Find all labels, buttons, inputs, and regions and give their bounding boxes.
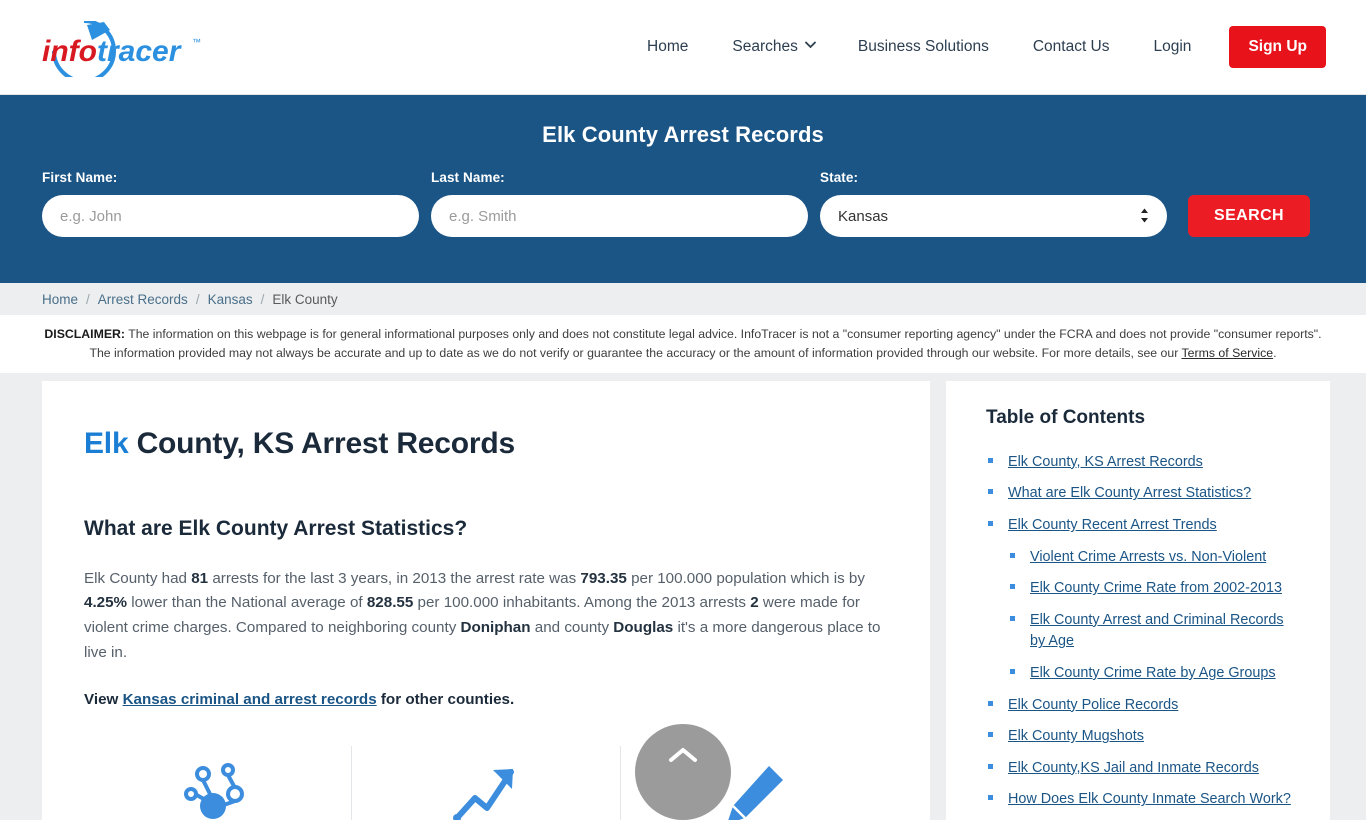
toc-link-crime-rate-age-groups[interactable]: Elk County Crime Rate by Age Groups — [1030, 665, 1276, 681]
stat-percent-lower: 4.25% — [84, 594, 128, 612]
nav-item-contact-us[interactable]: Contact Us — [1011, 28, 1132, 66]
first-name-group: First Name: — [42, 170, 419, 237]
page-title: Elk County, KS Arrest Records — [84, 427, 888, 461]
toc-title: Table of Contents — [986, 406, 1146, 428]
neighbor-county-1: Doniphan — [460, 619, 531, 637]
breadcrumb-separator: / — [260, 291, 265, 307]
disclaimer-banner: DISCLAIMER: The information on this webp… — [0, 315, 1366, 373]
state-select[interactable]: Kansas — [820, 195, 1167, 237]
toc-item: Elk County, KS Arrest Records — [986, 451, 1302, 473]
terms-of-service-link[interactable]: Terms of Service — [1182, 346, 1274, 360]
toc-list: Elk County, KS Arrest Records What are E… — [986, 451, 1302, 810]
breadcrumb: Home / Arrest Records / Kansas / Elk Cou… — [0, 283, 1366, 315]
nav-item-login[interactable]: Login — [1132, 28, 1214, 66]
toc-link-inmate-search-work[interactable]: How Does Elk County Inmate Search Work? — [1008, 791, 1291, 807]
toc-item: Elk County Arrest and Criminal Records b… — [986, 609, 1302, 652]
par-text: and county — [530, 619, 614, 637]
view-suffix: for other counties. — [376, 691, 515, 709]
stat-arrest-rate: 793.35 — [580, 569, 627, 587]
search-button[interactable]: SEARCH — [1188, 195, 1310, 237]
first-name-input[interactable] — [42, 195, 419, 237]
feature-cell-1 — [84, 746, 351, 820]
last-name-label: Last Name: — [431, 170, 505, 185]
par-text: Elk County had — [84, 569, 192, 587]
breadcrumb-separator: / — [195, 291, 200, 307]
toc-item: Elk County Mugshots — [986, 725, 1302, 747]
toc-item: Elk County Police Records — [986, 694, 1302, 716]
feature-icon-row — [84, 746, 888, 820]
nav-item-home[interactable]: Home — [625, 28, 710, 66]
toc-item: Elk County Recent Arrest Trends — [986, 514, 1302, 536]
state-select-wrap: Kansas — [820, 195, 1167, 237]
search-band: Elk County Arrest Records First Name: La… — [0, 95, 1366, 283]
svg-text:info: info — [42, 35, 97, 68]
main-content-card: Elk County, KS Arrest Records What are E… — [42, 380, 930, 820]
chevron-up-icon — [669, 748, 697, 762]
neighbor-county-2: Douglas — [613, 619, 674, 637]
statistics-paragraph: Elk County had 81 arrests for the last 3… — [84, 567, 888, 666]
state-group: State: Kansas — [820, 170, 1167, 237]
nav-label: Business Solutions — [857, 38, 989, 55]
toc-item: What are Elk County Arrest Statistics? — [986, 482, 1302, 504]
infotracer-logo[interactable]: info tracer ™ — [42, 17, 208, 77]
svg-text:™: ™ — [192, 37, 201, 47]
disclaimer-text: The information on this webpage is for g… — [89, 327, 1322, 361]
first-name-label: First Name: — [42, 170, 118, 185]
toc-link-arrest-records[interactable]: Elk County, KS Arrest Records — [1008, 454, 1203, 470]
toc-link-violent-vs-nonviolent[interactable]: Violent Crime Arrests vs. Non-Violent — [1030, 549, 1266, 565]
toc-link-recent-trends[interactable]: Elk County Recent Arrest Trends — [1008, 517, 1217, 533]
breadcrumb-separator: / — [86, 291, 90, 307]
chevron-down-icon — [804, 41, 816, 50]
toc-link-records-by-age[interactable]: Elk County Arrest and Criminal Records b… — [1030, 612, 1284, 650]
toc-link-police-records[interactable]: Elk County Police Records — [1008, 697, 1178, 713]
nav-label: Contact Us — [1032, 38, 1110, 55]
logo-icon: info tracer ™ — [42, 21, 201, 77]
nav-item-searches[interactable]: Searches — [710, 28, 835, 66]
page-title-rest: County, KS Arrest Records — [128, 426, 516, 460]
breadcrumb-item-arrest-records[interactable]: Arrest Records — [98, 292, 188, 307]
last-name-input[interactable] — [431, 195, 808, 237]
network-nodes-icon — [183, 763, 244, 820]
breadcrumb-item-kansas[interactable]: Kansas — [208, 292, 253, 307]
arrow-growth-icon — [452, 769, 514, 820]
page-title-highlight: Elk — [84, 426, 129, 460]
toc-item: Elk County Crime Rate from 2002-2013 — [986, 577, 1302, 599]
section-heading-statistics: What are Elk County Arrest Statistics? — [84, 516, 468, 540]
par-text: lower than the National average of — [127, 594, 367, 612]
state-label: State: — [820, 170, 859, 185]
page-heading: Elk County Arrest Records — [542, 122, 824, 147]
disclaimer-period: . — [1273, 346, 1277, 361]
toc-link-arrest-statistics[interactable]: What are Elk County Arrest Statistics? — [1008, 485, 1251, 501]
nav-label: Login — [1153, 38, 1192, 55]
view-prefix: View — [84, 691, 123, 709]
kansas-records-link[interactable]: Kansas criminal and arrest records — [123, 691, 377, 708]
stat-violent-count: 2 — [750, 594, 759, 612]
toc-link-mugshots[interactable]: Elk County Mugshots — [1008, 728, 1144, 744]
table-of-contents-card: Table of Contents Elk County, KS Arrest … — [946, 380, 1330, 820]
breadcrumb-item-home[interactable]: Home — [42, 292, 78, 307]
site-header: info tracer ™ Home Searches Business Sol… — [0, 0, 1366, 95]
sign-up-button[interactable]: Sign Up — [1229, 26, 1326, 68]
view-other-counties-line: View Kansas criminal and arrest records … — [84, 691, 888, 708]
last-name-group: Last Name: — [431, 170, 808, 237]
par-text: per 100.000 population which is by — [626, 569, 865, 587]
stat-arrests-count: 81 — [191, 569, 209, 587]
par-text: per 100.000 inhabitants. Among the 2013 … — [413, 594, 751, 612]
feature-cell-2 — [351, 746, 619, 820]
par-text: arrests for the last 3 years, in 2013 th… — [208, 569, 581, 587]
nav-item-business-solutions[interactable]: Business Solutions — [836, 28, 1011, 66]
nav-label: Home — [647, 38, 689, 55]
arrest-search-form: First Name: Last Name: State: Kansas SEA… — [0, 148, 1366, 237]
toc-item: Violent Crime Arrests vs. Non-Violent — [986, 546, 1302, 568]
scroll-to-top-button[interactable] — [635, 724, 731, 820]
stat-national-average: 828.55 — [366, 594, 414, 612]
disclaimer-label: DISCLAIMER: — [44, 327, 125, 341]
svg-text:tracer: tracer — [97, 35, 183, 68]
toc-link-crime-rate-2002-2013[interactable]: Elk County Crime Rate from 2002-2013 — [1030, 580, 1282, 596]
toc-item: How Does Elk County Inmate Search Work? — [986, 788, 1302, 810]
main-navigation: Home Searches Business Solutions Contact… — [625, 26, 1326, 68]
breadcrumb-item-elk-county: Elk County — [272, 291, 338, 307]
toc-item: Elk County Crime Rate by Age Groups — [986, 662, 1302, 684]
nav-label: Searches — [732, 38, 798, 55]
